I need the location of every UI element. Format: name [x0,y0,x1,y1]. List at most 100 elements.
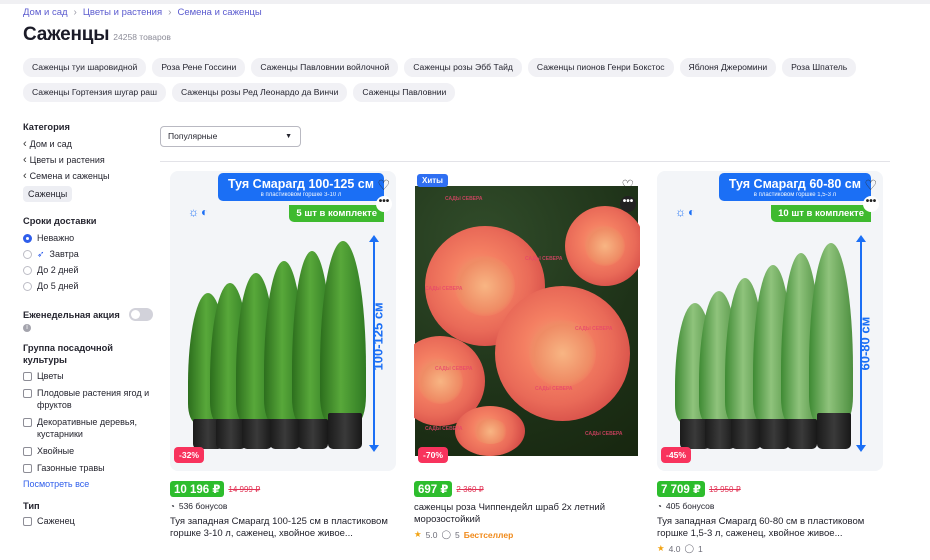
category-label: Цветы и растения [29,155,105,165]
chip[interactable]: Саженцы розы Ред Леонардо да Винчи [171,83,348,102]
watermark: САДЫ СЕВЕРА [575,326,613,332]
chip[interactable]: Саженцы Павловнии [353,83,456,102]
bonus-row: ◔ 405 бонусов [657,501,883,511]
watermark: САДЫ СЕВЕРА [425,426,463,432]
chip[interactable]: Роза Рене Госсини [152,58,246,77]
watermark: САДЫ СЕВЕРА [445,196,483,202]
checkbox[interactable] [23,371,32,381]
old-price: 13 950 ₽ [708,484,741,494]
title-row: Саженцы 24258 товаров [23,24,171,46]
promo-toggle[interactable] [129,308,153,321]
heart-icon[interactable]: ♡ [621,177,634,194]
checkbox[interactable] [23,463,32,473]
product-image[interactable]: 60-80 см Туя Смарагд 60-80 см в пластико… [657,171,883,471]
delivery-option[interactable]: До 5 дней [23,278,153,294]
product-card[interactable]: 100-125 см Туя Смарагд 100-125 см в плас… [170,171,396,540]
delivery-option[interactable]: ➶ Завтра [23,246,153,262]
product-name[interactable]: Туя западная Смарагд 100-125 см в пласти… [170,516,396,540]
hit-badge: Хиты [417,174,449,187]
group-option[interactable]: Декоративные деревья, кустарники [23,416,153,440]
category-label: Семена и саженцы [29,171,110,181]
product-name[interactable]: саженцы роза Чиппендейл шраб 2х летний м… [414,502,640,526]
heart-icon[interactable]: ♡ [377,177,390,194]
chip[interactable]: Саженцы Гортензия шугар раш [23,83,166,102]
product-card[interactable]: САДЫ СЕВЕРА САДЫ СЕВЕРА САДЫ СЕВЕРА САДЫ… [414,171,640,540]
chip[interactable]: Яблоня Джеромини [679,58,777,77]
product-banner: Туя Смарагд 100-125 см в пластиковом гор… [217,173,384,201]
tree-illustration [188,239,368,449]
sort-dropdown[interactable]: Популярные ▼ [160,126,301,147]
category-link[interactable]: ‹ Семена и саженцы [23,168,153,184]
divider [160,161,890,162]
delivery-option[interactable]: Неважно [23,230,153,246]
weekly-promo-row: Еженедельная акция [23,308,153,321]
promo-label: Еженедельная акция [23,309,120,320]
checkbox[interactable] [23,446,32,456]
pot [731,419,761,449]
watermark: САДЫ СЕВЕРА [585,431,623,437]
rating-row: ★ 5.0 ◯ 5 Бестселлер [414,529,640,540]
type-option[interactable]: Саженец [23,515,153,527]
chip[interactable]: Саженцы розы Эбб Тайд [404,58,522,77]
selected-category[interactable]: Саженцы [23,186,73,202]
chevron-left-icon: ‹ [23,154,27,166]
star-icon: ★ [657,543,665,553]
radio-selected[interactable] [23,233,32,243]
product-banner: Туя Смарагд 60-80 см в пластиковом горшк… [718,173,871,201]
category-link[interactable]: ‹ Дом и сад [23,136,153,152]
group-option[interactable]: Газонные травы [23,462,153,474]
rating-row: ★ 4.0 ◯ 1 [657,543,883,554]
checkbox[interactable] [23,388,32,398]
group-label: Газонные травы [37,462,105,473]
top-divider [0,0,930,4]
more-icon[interactable]: ••• [376,196,392,212]
review-count: 5 [454,529,460,540]
breadcrumb-item[interactable]: Дом и сад [23,7,68,18]
category-link[interactable]: ‹ Цветы и растения [23,152,153,168]
show-all-link[interactable]: Посмотреть все [23,479,153,489]
set-tag: 5 шт в комплекте [289,205,384,222]
heart-icon[interactable]: ♡ [864,177,877,194]
breadcrumb-item[interactable]: Цветы и растения [83,7,162,18]
star-icon: ★ [414,529,422,539]
product-name[interactable]: Туя западная Смарагд 60-80 см в пластико… [657,516,883,540]
info-icon[interactable]: i [23,323,31,332]
pot [298,419,328,449]
group-option[interactable]: Хвойные [23,445,153,457]
delivery-label: Неважно [37,233,75,243]
chip[interactable]: Саженцы туи шаровидной [23,58,147,77]
product-image[interactable]: 100-125 см Туя Смарагд 100-125 см в плас… [170,171,396,471]
product-card[interactable]: 60-80 см Туя Смарагд 60-80 см в пластико… [657,171,883,554]
delivery-heading: Сроки доставки [23,216,97,226]
old-price: 2 360 ₽ [456,484,484,494]
pot [270,419,300,449]
price: 10 196 ₽ [170,481,225,497]
arrow-down-icon [856,445,866,452]
delivery-option[interactable]: До 2 дней [23,262,153,278]
banner-subtitle: в пластиковом горшке 1,5-3 л [753,192,837,198]
banner-title: Туя Смарагд 100-125 см [227,177,374,191]
chip[interactable]: Роза Шпатель [782,58,857,77]
checkbox[interactable] [23,516,32,526]
tree [809,243,853,423]
watermark: САДЫ СЕВЕРА [535,386,573,392]
rating-value: 5.0 [425,529,438,540]
price: 7 709 ₽ [657,481,705,497]
set-tag: 10 шт в комплекте [771,205,871,222]
comment-icon: ◯ [441,529,451,539]
chip[interactable]: Саженцы пионов Генри Бокстос [527,58,674,77]
more-icon[interactable]: ••• [863,196,879,212]
product-image[interactable]: САДЫ СЕВЕРА САДЫ СЕВЕРА САДЫ СЕВЕРА САДЫ… [414,171,640,471]
watermark: САДЫ СЕВЕРА [435,366,473,372]
more-icon[interactable]: ••• [620,196,636,212]
radio[interactable] [23,249,32,259]
group-option[interactable]: Цветы [23,370,153,382]
radio[interactable] [23,281,32,291]
radio[interactable] [23,265,32,275]
chip[interactable]: Саженцы Павловнии войлочной [251,58,399,77]
group-label: Цветы [37,370,64,381]
checkbox[interactable] [23,417,32,427]
breadcrumb-item[interactable]: Семена и саженцы [177,7,261,18]
group-option[interactable]: Плодовые растения ягод и фруктов [23,387,153,411]
sort-value: Популярные [168,131,218,141]
